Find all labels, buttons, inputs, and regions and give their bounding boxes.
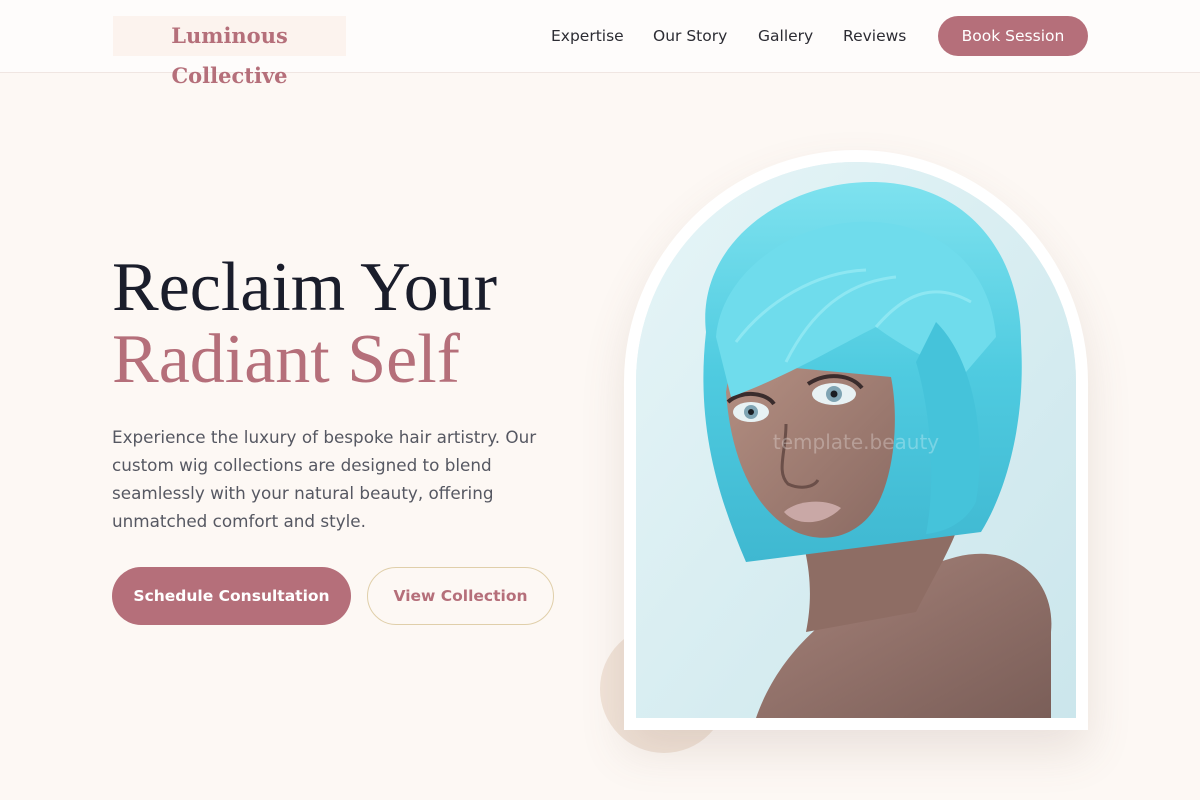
portrait-illustration bbox=[636, 162, 1076, 718]
view-collection-button[interactable]: View Collection bbox=[367, 567, 554, 625]
portrait-photo: template.beauty bbox=[636, 162, 1076, 718]
hero-headline-line1: Reclaim Your bbox=[112, 249, 497, 326]
nav-link-expertise[interactable]: Expertise bbox=[551, 26, 624, 46]
hero-headline-line2: Radiant Self bbox=[112, 321, 460, 398]
site-header: Luminous Collective Expertise Our Story … bbox=[0, 0, 1200, 88]
schedule-consultation-button[interactable]: Schedule Consultation bbox=[112, 567, 351, 625]
nav-link-our-story[interactable]: Our Story bbox=[653, 26, 727, 46]
hero-headline: Reclaim Your Radiant Self bbox=[112, 252, 497, 396]
brand-logo[interactable]: Luminous Collective bbox=[113, 16, 346, 88]
hero-image-frame: template.beauty bbox=[624, 150, 1088, 730]
nav-link-gallery[interactable]: Gallery bbox=[758, 26, 813, 46]
nav-link-reviews[interactable]: Reviews bbox=[843, 26, 906, 46]
hero-description: Experience the luxury of bespoke hair ar… bbox=[112, 427, 537, 531]
book-session-button[interactable]: Book Session bbox=[938, 16, 1088, 56]
